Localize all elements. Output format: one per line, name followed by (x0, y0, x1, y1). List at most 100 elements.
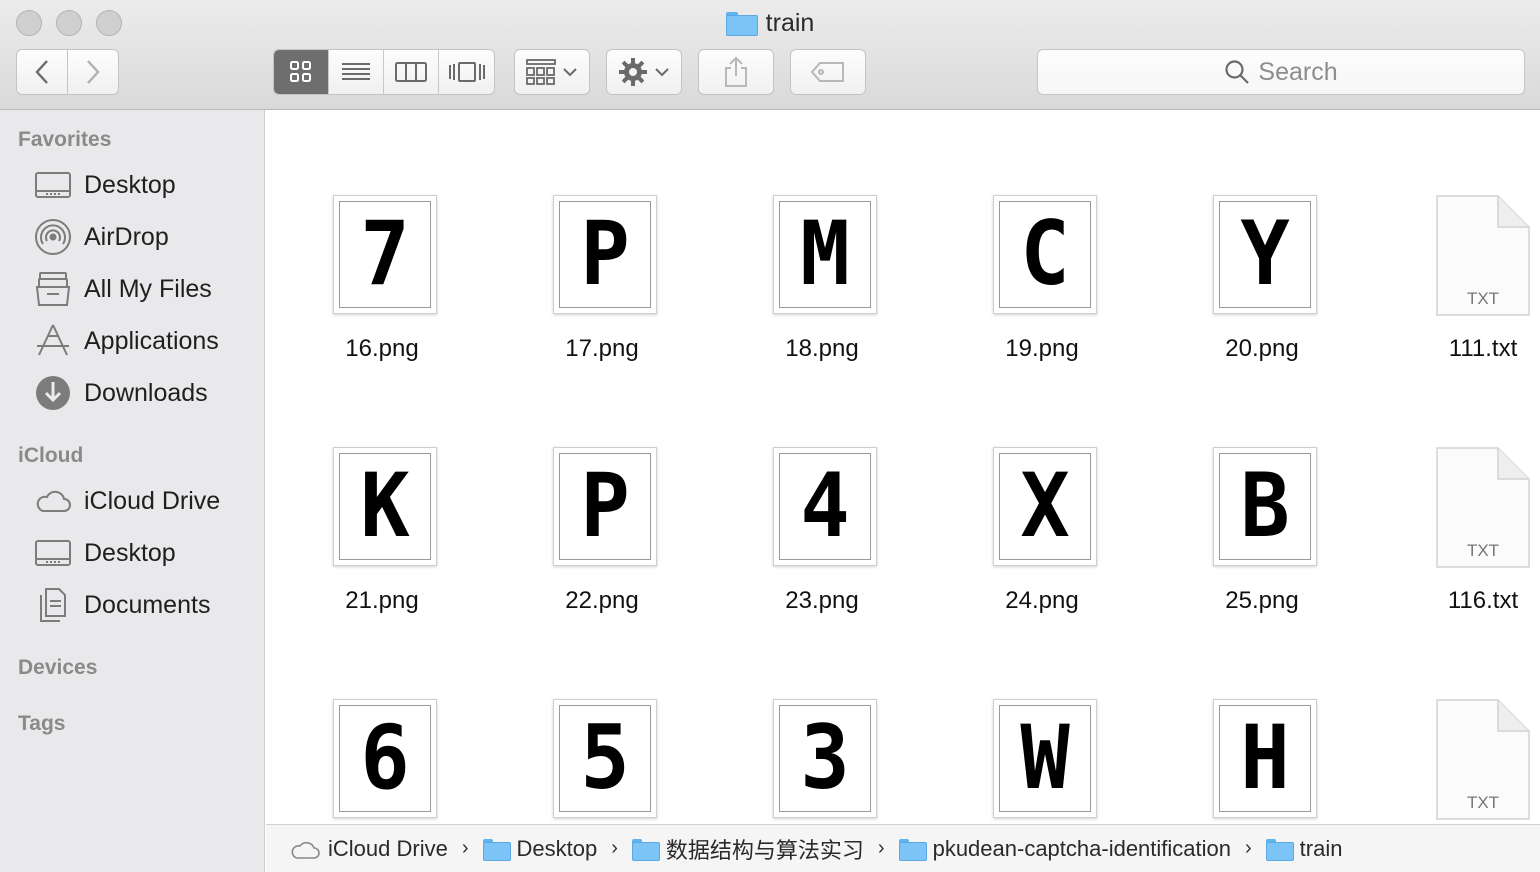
chevron-right-icon: › (611, 837, 618, 859)
cover-flow-icon (448, 62, 485, 82)
chevron-down-icon (563, 68, 577, 77)
file-name: 20.png (1225, 335, 1299, 362)
image-thumbnail: 7 (333, 195, 437, 314)
sidebar-item-label: All My Files (84, 274, 212, 303)
file-item[interactable]: Y 20.png (1146, 111, 1366, 362)
path-crumb-course-folder[interactable]: 数据结构与算法实习 (631, 833, 864, 865)
file-item[interactable]: P 17.png (486, 111, 706, 362)
file-item[interactable]: B 25.png (1146, 363, 1366, 614)
path-bar: iCloud Drive › Desktop › 数据结构与算法实习 › pku… (266, 824, 1540, 872)
captcha-glyph: 6 (360, 706, 410, 810)
text-file-icon[interactable]: TXT (1436, 195, 1530, 316)
edit-tags-button[interactable] (790, 49, 866, 95)
image-thumbnail: C (993, 195, 1097, 314)
airdrop-icon (35, 219, 71, 255)
all-my-files-icon (35, 272, 71, 306)
file-item[interactable]: C 19.png (926, 111, 1146, 362)
image-thumbnail: W (993, 699, 1097, 818)
sidebar-item-label: Documents (84, 590, 211, 619)
sidebar-item-label: Downloads (84, 378, 208, 407)
file-item[interactable]: P 22.png (486, 363, 706, 614)
action-menu-button[interactable] (606, 49, 682, 95)
icon-view-button[interactable] (274, 50, 329, 94)
back-button[interactable] (16, 49, 68, 95)
file-item[interactable]: W (926, 615, 1146, 824)
search-field[interactable]: Search (1037, 49, 1525, 95)
file-name: 17.png (565, 335, 639, 362)
captcha-glyph: Y (1240, 202, 1290, 306)
sidebar-item-icloud-desktop[interactable]: Desktop (34, 533, 176, 573)
columns-icon (395, 62, 427, 82)
share-button[interactable] (698, 49, 774, 95)
cover-flow-view-button[interactable] (439, 50, 494, 94)
column-view-button[interactable] (384, 50, 439, 94)
sidebar-item-label: Applications (84, 326, 219, 355)
captcha-glyph: 4 (800, 454, 850, 558)
captcha-glyph: M (800, 202, 850, 306)
captcha-glyph: P (580, 202, 630, 306)
view-mode-control (273, 49, 495, 95)
file-name: 18.png (785, 335, 859, 362)
arrange-grid-icon (526, 59, 556, 85)
desktop-icon (35, 540, 71, 566)
chevron-left-icon (35, 60, 48, 84)
sidebar-item-documents[interactable]: Documents (34, 585, 210, 625)
captcha-glyph: P (580, 454, 630, 558)
path-crumb-project-folder[interactable]: pkudean-captcha-identification (898, 835, 1231, 862)
file-item[interactable]: X 24.png (926, 363, 1146, 614)
file-name: 19.png (1005, 335, 1079, 362)
sidebar-section-favorites: Favorites (18, 128, 112, 151)
path-crumb-label: Desktop (516, 835, 598, 861)
cloud-icon (291, 841, 320, 859)
sidebar-item-all-my-files[interactable]: All My Files (34, 269, 212, 309)
sidebar-item-label: Desktop (84, 170, 176, 199)
path-crumb-label: pkudean-captcha-identification (932, 835, 1231, 861)
path-crumb-train[interactable]: train (1265, 835, 1343, 862)
window-title-label: train (765, 8, 815, 37)
file-name: 116.txt (1447, 587, 1519, 614)
folder-icon (482, 838, 511, 861)
folder-icon (631, 838, 660, 861)
image-thumbnail: Y (1213, 195, 1317, 314)
desktop-icon (35, 172, 71, 198)
file-item[interactable]: K 21.png (266, 363, 486, 614)
chevron-right-icon (87, 60, 100, 84)
chevron-down-icon (655, 68, 669, 77)
image-thumbnail: 4 (773, 447, 877, 566)
chevron-right-icon: › (461, 837, 469, 859)
sidebar-item-applications[interactable]: Applications (34, 321, 219, 361)
text-file-icon[interactable]: TXT (1436, 699, 1530, 820)
search-icon (1225, 60, 1250, 84)
sidebar-section-devices: Devices (18, 656, 98, 679)
sidebar-item-label: iCloud Drive (84, 486, 221, 515)
sidebar-item-label: Desktop (84, 538, 176, 567)
file-item[interactable]: 4 23.png (706, 363, 926, 614)
path-crumb-icloud-drive[interactable]: iCloud Drive (290, 836, 448, 862)
file-item[interactable]: M 18.png (706, 111, 926, 362)
text-file-icon[interactable]: TXT (1436, 447, 1530, 568)
image-thumbnail: K (333, 447, 437, 566)
sidebar-item-icloud-drive[interactable]: iCloud Drive (34, 481, 220, 521)
captcha-glyph: 3 (800, 706, 850, 810)
grid-icon (290, 61, 311, 82)
sidebar: Favorites Desktop AirDrop All My Files A… (0, 110, 265, 872)
file-item[interactable]: 6 (266, 615, 486, 824)
sidebar-item-airdrop[interactable]: AirDrop (34, 217, 169, 257)
file-item[interactable]: 3 (706, 615, 926, 824)
list-view-button[interactable] (329, 50, 384, 94)
sidebar-section-tags: Tags (18, 712, 66, 735)
image-thumbnail: H (1213, 699, 1317, 818)
sidebar-item-desktop[interactable]: Desktop (34, 165, 176, 205)
window-title: train (0, 6, 1540, 40)
file-name: 111.txt (1448, 335, 1518, 362)
file-item[interactable]: H (1146, 615, 1366, 824)
file-item[interactable]: 7 16.png (266, 111, 486, 362)
sidebar-item-downloads[interactable]: Downloads (34, 373, 208, 413)
list-icon (342, 63, 370, 80)
path-crumb-label: train (1299, 835, 1343, 861)
forward-button[interactable] (67, 49, 119, 95)
path-crumb-desktop[interactable]: Desktop (482, 835, 598, 862)
captcha-glyph: K (360, 454, 410, 558)
file-item[interactable]: 5 (486, 615, 706, 824)
arrange-button[interactable] (514, 49, 590, 95)
